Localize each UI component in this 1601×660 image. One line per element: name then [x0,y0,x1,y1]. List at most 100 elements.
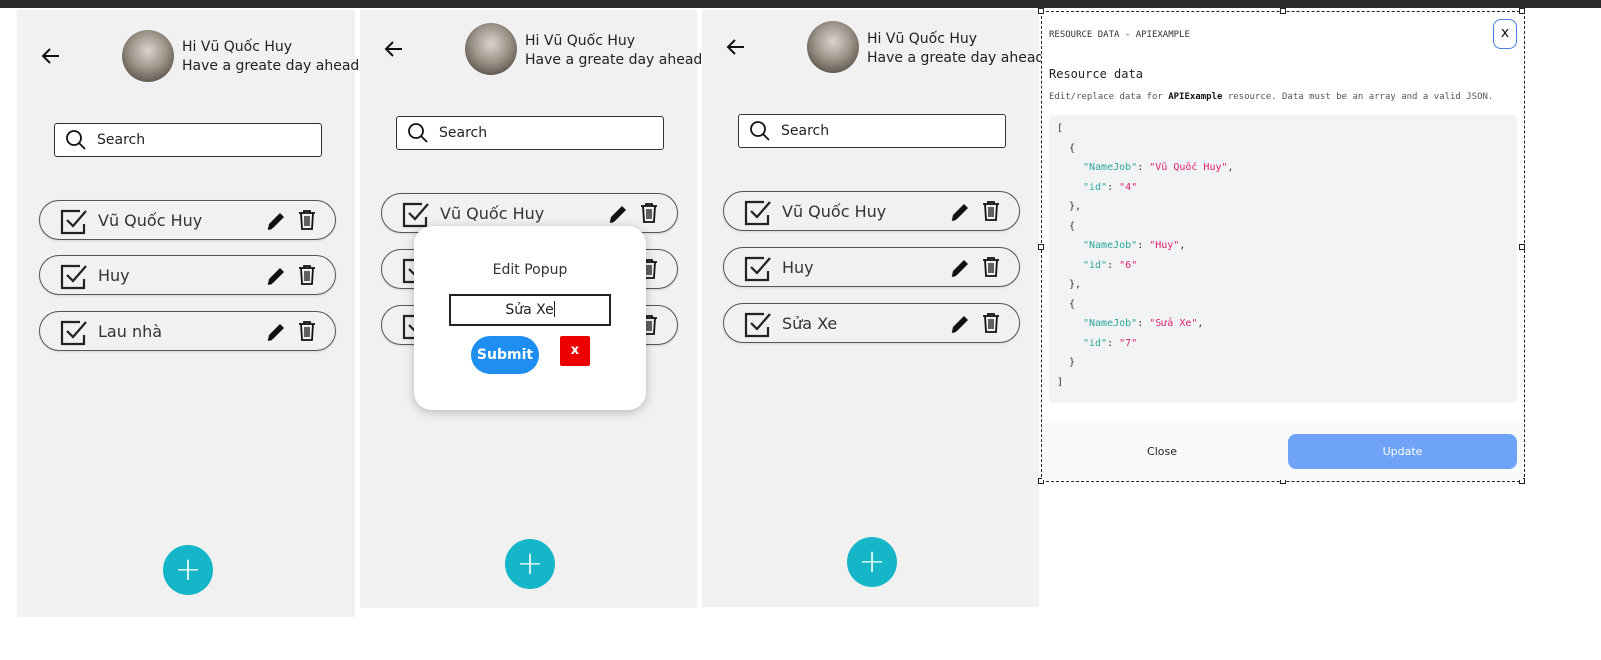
search-input[interactable]: Search [54,123,322,157]
resize-handle[interactable] [1038,244,1044,250]
json-value: Vũ Quốc Huy [1155,162,1222,173]
todo-label: Huy [98,266,130,285]
json-brace: { [1069,299,1076,310]
trash-icon[interactable] [639,202,659,224]
pencil-icon[interactable] [949,257,971,279]
dialog-description: Edit/replace data for APIExample resourc… [1049,92,1493,102]
window-top-bar [0,0,1601,8]
submit-button[interactable]: Submit [471,336,539,374]
greeting-text: Hi Vũ Quốc Huy [182,39,293,55]
pencil-icon[interactable] [607,203,629,225]
checkbox-icon[interactable] [60,207,88,235]
todo-item[interactable]: Vũ Quốc Huy [39,200,336,240]
avatar [122,30,174,82]
search-placeholder: Search [781,123,830,139]
subgreeting-text: Have a greate day ahead [525,52,703,68]
popup-close-button[interactable]: x [560,336,590,366]
json-line: "NameJob": "Huy", [1083,240,1186,251]
trash-icon[interactable] [981,312,1001,334]
edit-popup: Edit Popup Sửa Xe Submit x [414,226,646,410]
greeting-block: Hi Vũ Quốc Huy Have a greate day ahead [182,38,359,76]
json-value: 4 [1125,182,1132,193]
search-icon [750,121,770,141]
plus-icon: + [174,550,202,588]
todo-label: Sửa Xe [782,314,838,333]
pencil-icon[interactable] [265,321,287,343]
json-brace: }, [1069,279,1082,290]
json-brace: { [1069,143,1076,154]
phone-screen-3: Hi Vũ Quốc Huy Have a greate day ahead S… [702,10,1044,607]
subgreeting-text: Have a greate day ahead [867,50,1045,66]
resize-handle[interactable] [1280,8,1286,14]
json-bracket: ] [1057,377,1064,388]
trash-icon[interactable] [981,200,1001,222]
pencil-icon[interactable] [265,210,287,232]
todo-item[interactable]: Sửa Xe [723,303,1020,343]
arrow-left-icon[interactable] [382,37,406,61]
resize-handle[interactable] [1038,8,1044,14]
description-text: resource. Data must be an array and a va… [1222,92,1494,102]
search-input[interactable]: Search [738,114,1006,148]
pencil-icon[interactable] [949,201,971,223]
resource-data-dialog: RESOURCE DATA - APIEXAMPLE x Resource da… [1038,8,1525,484]
json-line: "id": "4" [1083,182,1138,193]
json-value: Huy [1155,240,1174,251]
checkbox-icon[interactable] [402,200,430,228]
add-button[interactable]: + [505,539,555,589]
checkbox-icon[interactable] [60,318,88,346]
checkbox-icon[interactable] [744,254,772,282]
add-button[interactable]: + [847,537,897,587]
avatar [465,23,517,75]
checkbox-icon[interactable] [744,310,772,338]
trash-icon[interactable] [981,256,1001,278]
add-button[interactable]: + [163,545,213,595]
pencil-icon[interactable] [265,265,287,287]
close-icon[interactable]: x [1493,19,1517,49]
resize-handle[interactable] [1519,8,1525,14]
todo-item[interactable]: Huy [39,255,336,295]
todo-item[interactable]: Vũ Quốc Huy [723,191,1020,231]
trash-icon[interactable] [297,320,317,342]
json-line: "id": "7" [1083,338,1138,349]
greeting-block: Hi Vũ Quốc Huy Have a greate day ahead [525,32,702,70]
todo-label: Vũ Quốc Huy [440,204,545,223]
trash-icon[interactable] [297,209,317,231]
json-value: 7 [1125,338,1132,349]
text-caret [553,301,555,317]
greeting-text: Hi Vũ Quốc Huy [525,33,636,49]
popup-title: Edit Popup [492,262,568,278]
avatar [807,21,859,73]
edit-input-value: Sửa Xe [505,302,554,318]
search-input[interactable]: Search [396,116,664,150]
phone-screen-1: Hi Vũ Quốc Huy Have a greate day ahead S… [17,10,359,617]
plus-icon: + [516,544,544,582]
json-line: "NameJob": "Vũ Quốc Huy", [1083,162,1234,173]
pencil-icon[interactable] [949,313,971,335]
checkbox-icon[interactable] [744,198,772,226]
json-brace: } [1069,357,1076,368]
json-bracket: [ [1057,123,1064,134]
todo-item[interactable]: Huy [723,247,1020,287]
close-button[interactable]: Close [1122,445,1202,458]
search-icon [66,130,86,150]
arrow-left-icon[interactable] [724,35,748,59]
json-value: 6 [1125,260,1132,271]
update-button[interactable]: Update [1288,434,1517,469]
search-placeholder: Search [97,132,146,148]
json-editor[interactable]: [ { "NameJob": "Vũ Quốc Huy", "id": "4" … [1049,115,1517,403]
dialog-heading: Resource data [1049,67,1143,81]
trash-icon[interactable] [297,264,317,286]
resize-handle[interactable] [1519,244,1525,250]
todo-label: Lau nhà [98,322,163,341]
subgreeting-text: Have a greate day ahead [182,58,360,74]
checkbox-icon[interactable] [60,262,88,290]
search-icon [408,123,428,143]
todo-item[interactable]: Lau nhà [39,311,336,351]
resource-name: APIExample [1168,92,1223,102]
greeting-text: Hi Vũ Quốc Huy [867,31,978,47]
search-placeholder: Search [439,125,488,141]
edit-input[interactable]: Sửa Xe [449,294,611,326]
description-text: Edit/replace data for [1049,92,1169,102]
dialog-title: RESOURCE DATA - APIEXAMPLE [1049,30,1190,40]
arrow-left-icon[interactable] [39,44,63,68]
